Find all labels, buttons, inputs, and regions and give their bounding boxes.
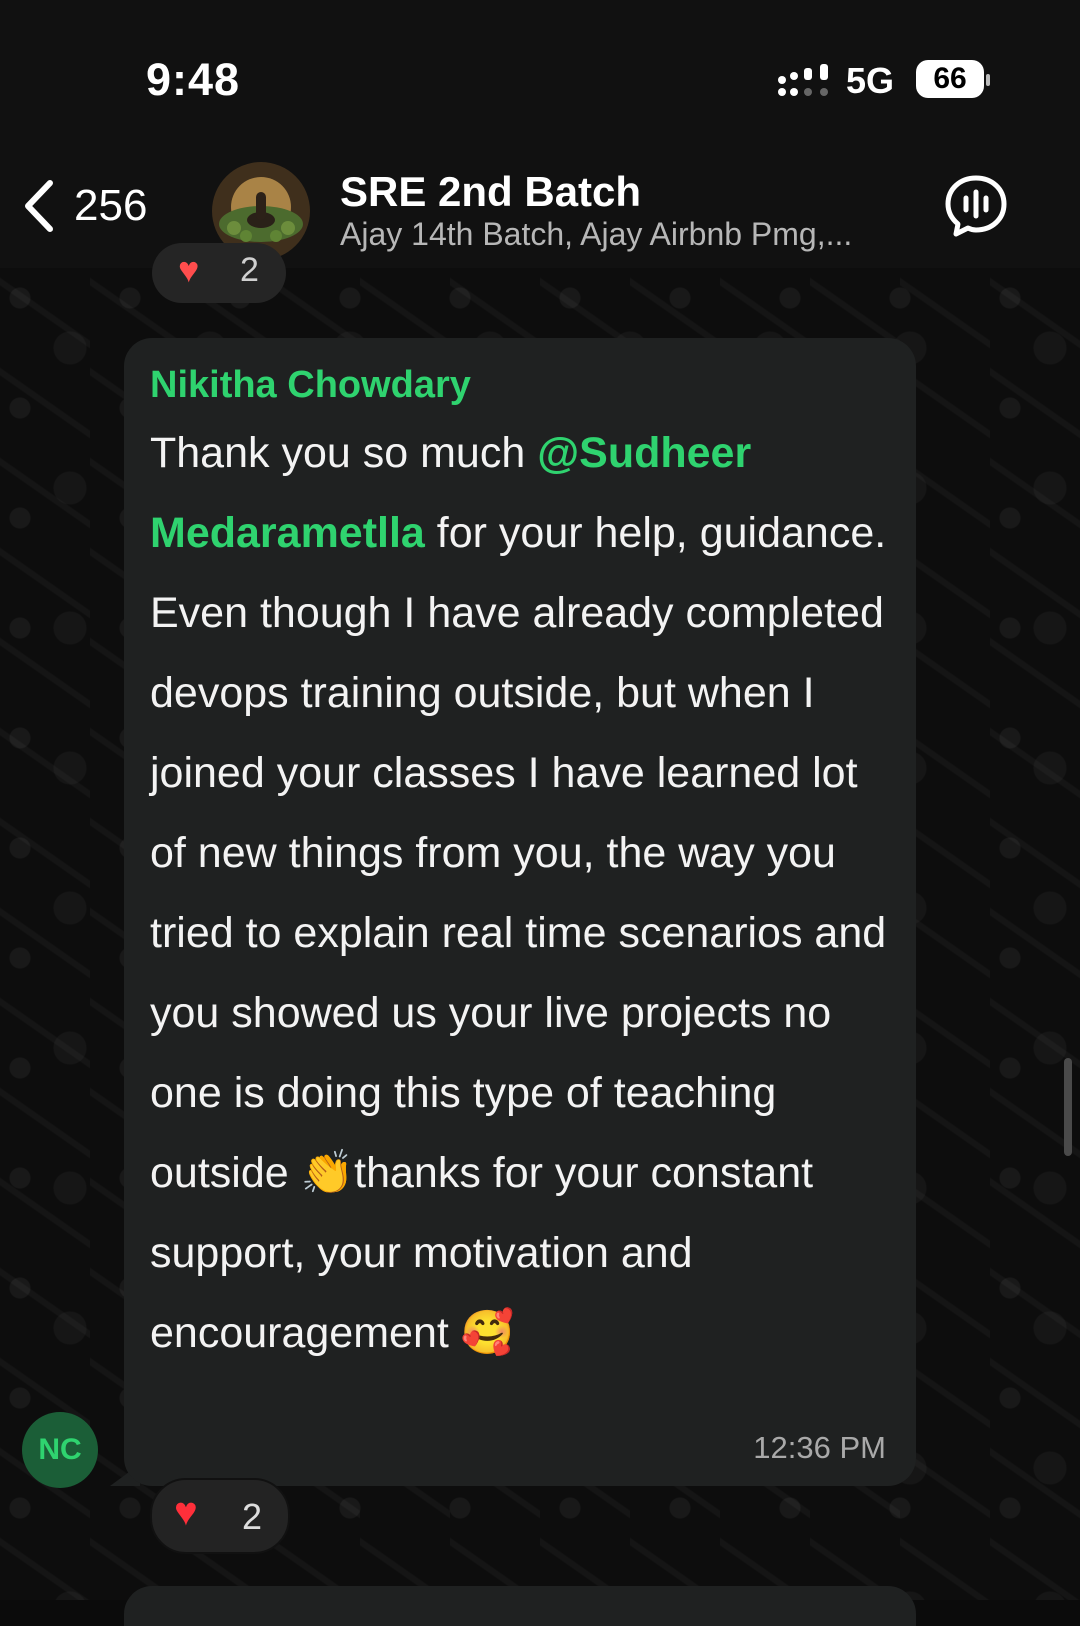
message-bubble[interactable]: Nikitha Chowdary Thank you so much @Sudh…	[124, 338, 916, 1486]
message-text-part-1: Thank you so much	[150, 429, 538, 477]
next-message-bubble[interactable]	[124, 1586, 916, 1626]
battery-cap	[986, 74, 990, 86]
sender-avatar[interactable]: NC	[22, 1412, 98, 1488]
reaction-count: 2	[242, 1496, 263, 1537]
message-timestamp: 12:36 PM	[753, 1430, 886, 1465]
smiling-face-with-hearts-emoji-icon: 🥰	[460, 1309, 515, 1357]
chevron-left-icon	[25, 180, 53, 232]
status-time: 9:48	[146, 54, 241, 105]
message-reaction[interactable]: ♥ 2	[150, 1478, 290, 1554]
scrollbar[interactable]	[1064, 1058, 1072, 1156]
message-text-part-2: for your help, guidance. Even though I h…	[150, 509, 887, 1197]
network-label: 5G	[846, 60, 895, 101]
group-members[interactable]: Ajay 14th Batch, Ajay Airbnb Pmg,...	[340, 216, 900, 253]
previous-message-reaction[interactable]: ♥ 2	[152, 243, 286, 303]
heart-icon: ♥	[174, 1490, 198, 1534]
battery-level: 66	[933, 62, 967, 95]
status-bar: 9:48 5G 66	[0, 0, 1080, 150]
back-button[interactable]: 256	[20, 176, 147, 236]
voice-chat-icon[interactable]	[944, 174, 1008, 238]
clapping-hands-emoji-icon: 👏	[300, 1149, 355, 1197]
message-text: Thank you so much @Sudheer Medarametlla …	[150, 413, 890, 1373]
signal-icon	[778, 64, 828, 96]
group-title[interactable]: SRE 2nd Batch	[340, 168, 641, 216]
heart-icon: ♥	[178, 249, 200, 290]
sender-name[interactable]: Nikitha Chowdary	[150, 364, 890, 407]
unread-count: 256	[74, 181, 148, 230]
battery-icon: 66	[916, 60, 984, 98]
reaction-count: 2	[240, 251, 259, 289]
